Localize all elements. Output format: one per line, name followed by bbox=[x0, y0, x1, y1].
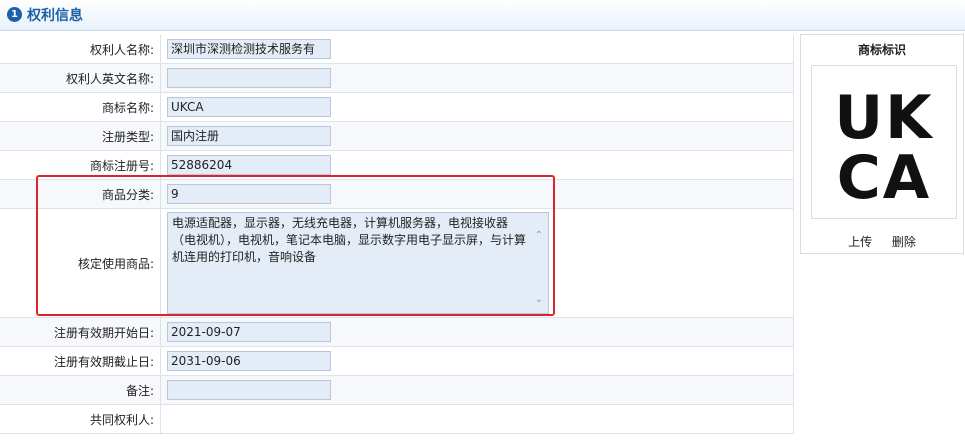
owner-name-field[interactable]: 深圳市深测检测技术服务有 bbox=[167, 39, 331, 59]
trademark-name-label: 商标名称: bbox=[0, 93, 161, 121]
row-goods-class: 商品分类: 9 bbox=[0, 180, 794, 209]
goods-class-label: 商品分类: bbox=[0, 180, 161, 208]
co-owners-label: 共同权利人: bbox=[0, 405, 161, 433]
owner-english-name-field[interactable] bbox=[167, 68, 331, 88]
row-valid-start: 注册有效期开始日: 2021-09-07 bbox=[0, 318, 794, 347]
goods-class-field[interactable]: 9 bbox=[167, 184, 331, 204]
owner-english-name-label: 权利人英文名称: bbox=[0, 64, 161, 92]
row-trademark-name: 商标名称: UKCA bbox=[0, 93, 794, 122]
section-title: 权利信息 bbox=[27, 8, 83, 24]
approved-goods-text: 电源适配器，显示器，无线充电器，计算机服务器，电视接收器（电视机），电视机，笔记… bbox=[172, 216, 527, 264]
approved-goods-label: 核定使用商品: bbox=[0, 209, 161, 317]
remarks-label: 备注: bbox=[0, 376, 161, 404]
registration-type-field[interactable]: 国内注册 bbox=[167, 126, 331, 146]
upload-button[interactable]: 上传 bbox=[848, 235, 872, 249]
row-registration-type: 注册类型: 国内注册 bbox=[0, 122, 794, 151]
chevron-up-icon[interactable]: ⌃ bbox=[532, 227, 546, 244]
trademark-logo-panel: 商标标识 UK CA 上传 删除 bbox=[800, 34, 964, 254]
row-registration-number: 商标注册号: 52886204 bbox=[0, 151, 794, 180]
rights-info-form: 权利人名称: 深圳市深测检测技术服务有 权利人英文名称: 商标名称: UKCA … bbox=[0, 35, 794, 434]
row-approved-goods: 核定使用商品: 电源适配器，显示器，无线充电器，计算机服务器，电视接收器（电视机… bbox=[0, 209, 794, 318]
row-valid-end: 注册有效期截止日: 2031-09-06 bbox=[0, 347, 794, 376]
valid-start-label: 注册有效期开始日: bbox=[0, 318, 161, 346]
row-remarks: 备注: bbox=[0, 376, 794, 405]
trademark-logo-image: UK CA bbox=[811, 65, 957, 219]
trademark-name-field[interactable]: UKCA bbox=[167, 97, 331, 117]
section-number-icon: 1 bbox=[7, 7, 22, 22]
delete-button[interactable]: 删除 bbox=[892, 235, 916, 249]
remarks-field[interactable] bbox=[167, 380, 331, 400]
valid-start-field[interactable]: 2021-09-07 bbox=[167, 322, 331, 342]
registration-type-label: 注册类型: bbox=[0, 122, 161, 150]
owner-name-label: 权利人名称: bbox=[0, 35, 161, 63]
valid-end-field[interactable]: 2031-09-06 bbox=[167, 351, 331, 371]
valid-end-label: 注册有效期截止日: bbox=[0, 347, 161, 375]
section-header: 1 权利信息 bbox=[0, 0, 965, 31]
registration-number-field[interactable]: 52886204 bbox=[167, 155, 331, 175]
chevron-down-icon[interactable]: ⌄ bbox=[532, 291, 546, 308]
logo-actions: 上传 删除 bbox=[801, 233, 963, 250]
approved-goods-textarea[interactable]: 电源适配器，显示器，无线充电器，计算机服务器，电视接收器（电视机），电视机，笔记… bbox=[167, 212, 549, 314]
row-co-owners: 共同权利人: bbox=[0, 405, 794, 434]
logo-panel-title: 商标标识 bbox=[857, 43, 906, 57]
row-owner-name: 权利人名称: 深圳市深测检测技术服务有 bbox=[0, 35, 794, 64]
logo-text-ca: CA bbox=[837, 143, 931, 213]
row-owner-english-name: 权利人英文名称: bbox=[0, 64, 794, 93]
registration-number-label: 商标注册号: bbox=[0, 151, 161, 179]
